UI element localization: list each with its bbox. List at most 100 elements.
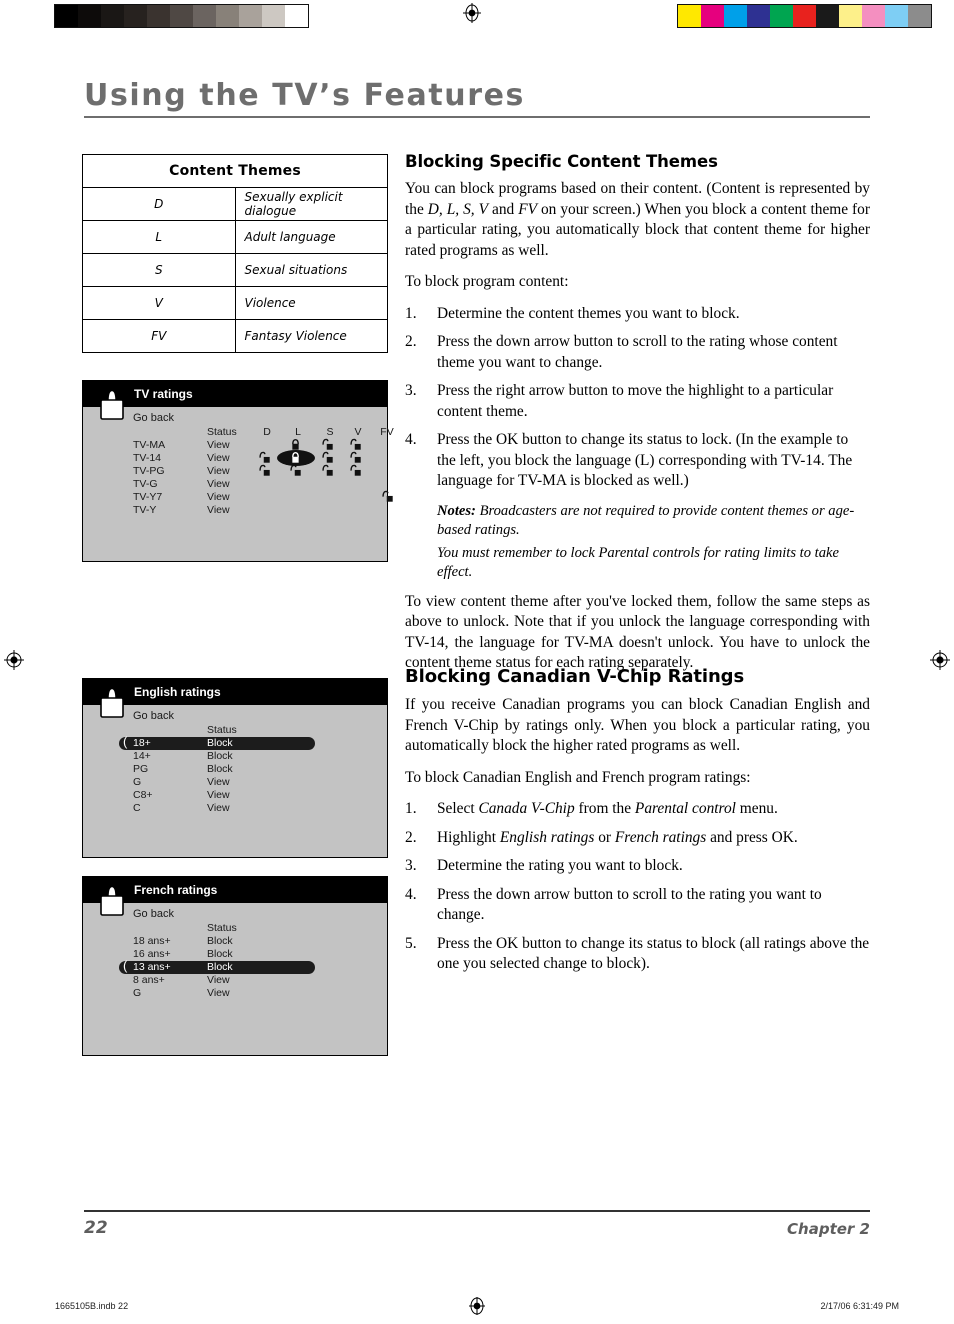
padlock-icon [94,682,130,720]
status-column-header: Status [207,922,237,934]
list-item: 2. Press the down arrow button to scroll … [405,332,870,373]
table-row: S Sexual situations [82,253,388,287]
canadian-steps: 1. Select Canada V-Chip from the Parental… [405,799,870,975]
list-item: 3. Determine the rating you want to block… [405,856,870,877]
tv-rating-row[interactable]: TV-G View [83,478,387,491]
rating-status: Block [207,935,233,947]
rating-status: Block [207,763,233,775]
rating-row[interactable]: 16 ans+ Block [83,948,387,961]
section-canadian-vchip: Blocking Canadian V-Chip Ratings If you … [405,666,870,985]
tv-rating-row[interactable]: TV-Y7 View [83,490,393,504]
content-themes-table: Content Themes D Sexually explicit dialog… [82,154,388,353]
rating-label: 18+ [133,737,151,749]
calibration-swatch [124,5,147,27]
theme-code: L [82,220,236,254]
rating-row[interactable]: (18+ Block [83,735,387,750]
lock-open-icon[interactable] [258,464,271,481]
rating-row[interactable]: 14+ Block [83,750,387,763]
lock-open-icon[interactable] [289,464,302,481]
lock-open-icon[interactable] [381,490,394,507]
english-ratings-grid: Status (18+ Block 14+ Block PG Block G View C8+ Vi… [83,724,387,815]
calibration-swatch [908,5,931,27]
french-ratings-screen: French ratings Go back Status 18 ans+ Bloc… [82,876,388,1056]
rating-row[interactable]: 8 ans+ View [83,974,387,987]
rating-row[interactable]: 18 ans+ Block [83,935,387,948]
step-number: 3. [405,382,417,399]
tv-rating-row[interactable]: TV-Y View [83,504,387,517]
rating-row[interactable]: C8+ View [83,789,387,802]
tv-rating-row[interactable]: TV-MA View [83,438,387,452]
title-divider [84,116,870,118]
calibration-swatch [147,5,170,27]
tv-ratings-body: Go back Status D L S V FV TV-MA View TV-14 View TV… [83,407,394,517]
rating-row[interactable]: (13 ans+ Block [83,959,387,974]
theme-description: Adult language [234,220,388,254]
note-text: Broadcasters are not required to provide… [437,502,855,539]
color-calibration-bar [677,4,932,28]
step-text: Determine the rating you want to block. [437,857,683,874]
footer-chapter-label: Chapter 2 [787,1220,870,1238]
rating-status: View [207,452,230,464]
padlock-icon [94,384,130,422]
section-content-themes: Blocking Specific Content Themes You can… [405,152,870,685]
left-column: Content Themes D Sexually explicit dialog… [82,154,388,353]
status-column-header: Status [207,426,237,438]
calibration-swatch [55,5,78,27]
canadian-lead-in: To block Canadian English and French pro… [405,768,751,786]
rating-status: View [207,465,230,477]
step-text: Determine the content themes you want to… [437,304,740,322]
step-text: Press the down arrow button to scroll to… [437,885,822,924]
footer-page-number: 22 [84,1218,108,1238]
rating-row[interactable]: PG Block [83,763,387,776]
rating-label: G [133,987,142,999]
rating-label: 14+ [133,750,151,762]
list-item: 2. Highlight English ratings or French ra… [405,828,870,849]
calibration-swatch [170,5,193,27]
list-item: 3. Press the right arrow button to move t… [405,381,870,422]
step-text: Press the OK button to change its status… [437,934,870,973]
rating-row[interactable]: C View [83,802,387,815]
rating-label: TV-MA [133,439,166,451]
lock-open-icon[interactable] [321,464,334,481]
step-text: Select Canada V-Chip from the Parental c… [437,800,778,817]
step-number: 1. [405,800,417,817]
tv-rating-row[interactable]: TV-PG View [83,464,387,481]
rating-row[interactable]: G View [83,987,387,1000]
ratings-header-row: Status [83,922,387,935]
list-item: 4. Press the down arrow button to scroll … [405,885,870,926]
english-ratings-body: Go back Status(18+ Block 14+ Block PG Block G V… [83,705,387,815]
step-number: 1. [405,304,417,322]
canadian-intro: If you receive Canadian programs you can… [405,696,870,754]
content-themes-note-2: You must remember to lock Parental contr… [437,544,839,581]
calibration-swatch [101,5,124,27]
calibration-swatch [193,5,216,27]
calibration-swatch [701,5,724,27]
rating-label: C8+ [133,789,153,801]
theme-code: D [82,187,236,221]
lock-open-icon[interactable] [349,464,362,481]
tv-ratings-screen: TV ratings Go back Status D L S V FV TV-MA View… [82,380,394,562]
calibration-swatch [262,5,285,27]
rating-row[interactable]: G View [83,776,387,789]
french-ratings-grid: Status 18 ans+ Block 16 ans+ Block (13 ans+ Bl… [83,922,387,1000]
rating-label: G [133,776,142,788]
registration-mark-top [462,3,482,23]
grayscale-calibration-bar [54,4,309,28]
calibration-swatch [793,5,816,27]
rating-status: View [207,504,230,516]
calibration-swatch [285,5,308,27]
theme-description: Sexually explicit dialogue [234,187,388,221]
rating-status: Block [207,948,233,960]
rating-status: Block [207,737,233,749]
content-themes-lead-in: To block program content: [405,273,569,290]
list-item: 4. Press the OK button to change its stat… [405,430,870,492]
step-text: Press the right arrow button to move the… [437,382,834,420]
print-source-file: 1665105B.indb 22 [55,1301,129,1311]
rating-status: Block [207,961,233,973]
ratings-header-row: Status [83,724,387,737]
rating-status: Block [207,750,233,762]
tv-rating-row[interactable]: TV-14 View [83,450,387,466]
step-text: Press the OK button to change its status… [437,431,853,489]
rating-label: TV-PG [133,465,165,477]
rating-status: View [207,789,230,801]
